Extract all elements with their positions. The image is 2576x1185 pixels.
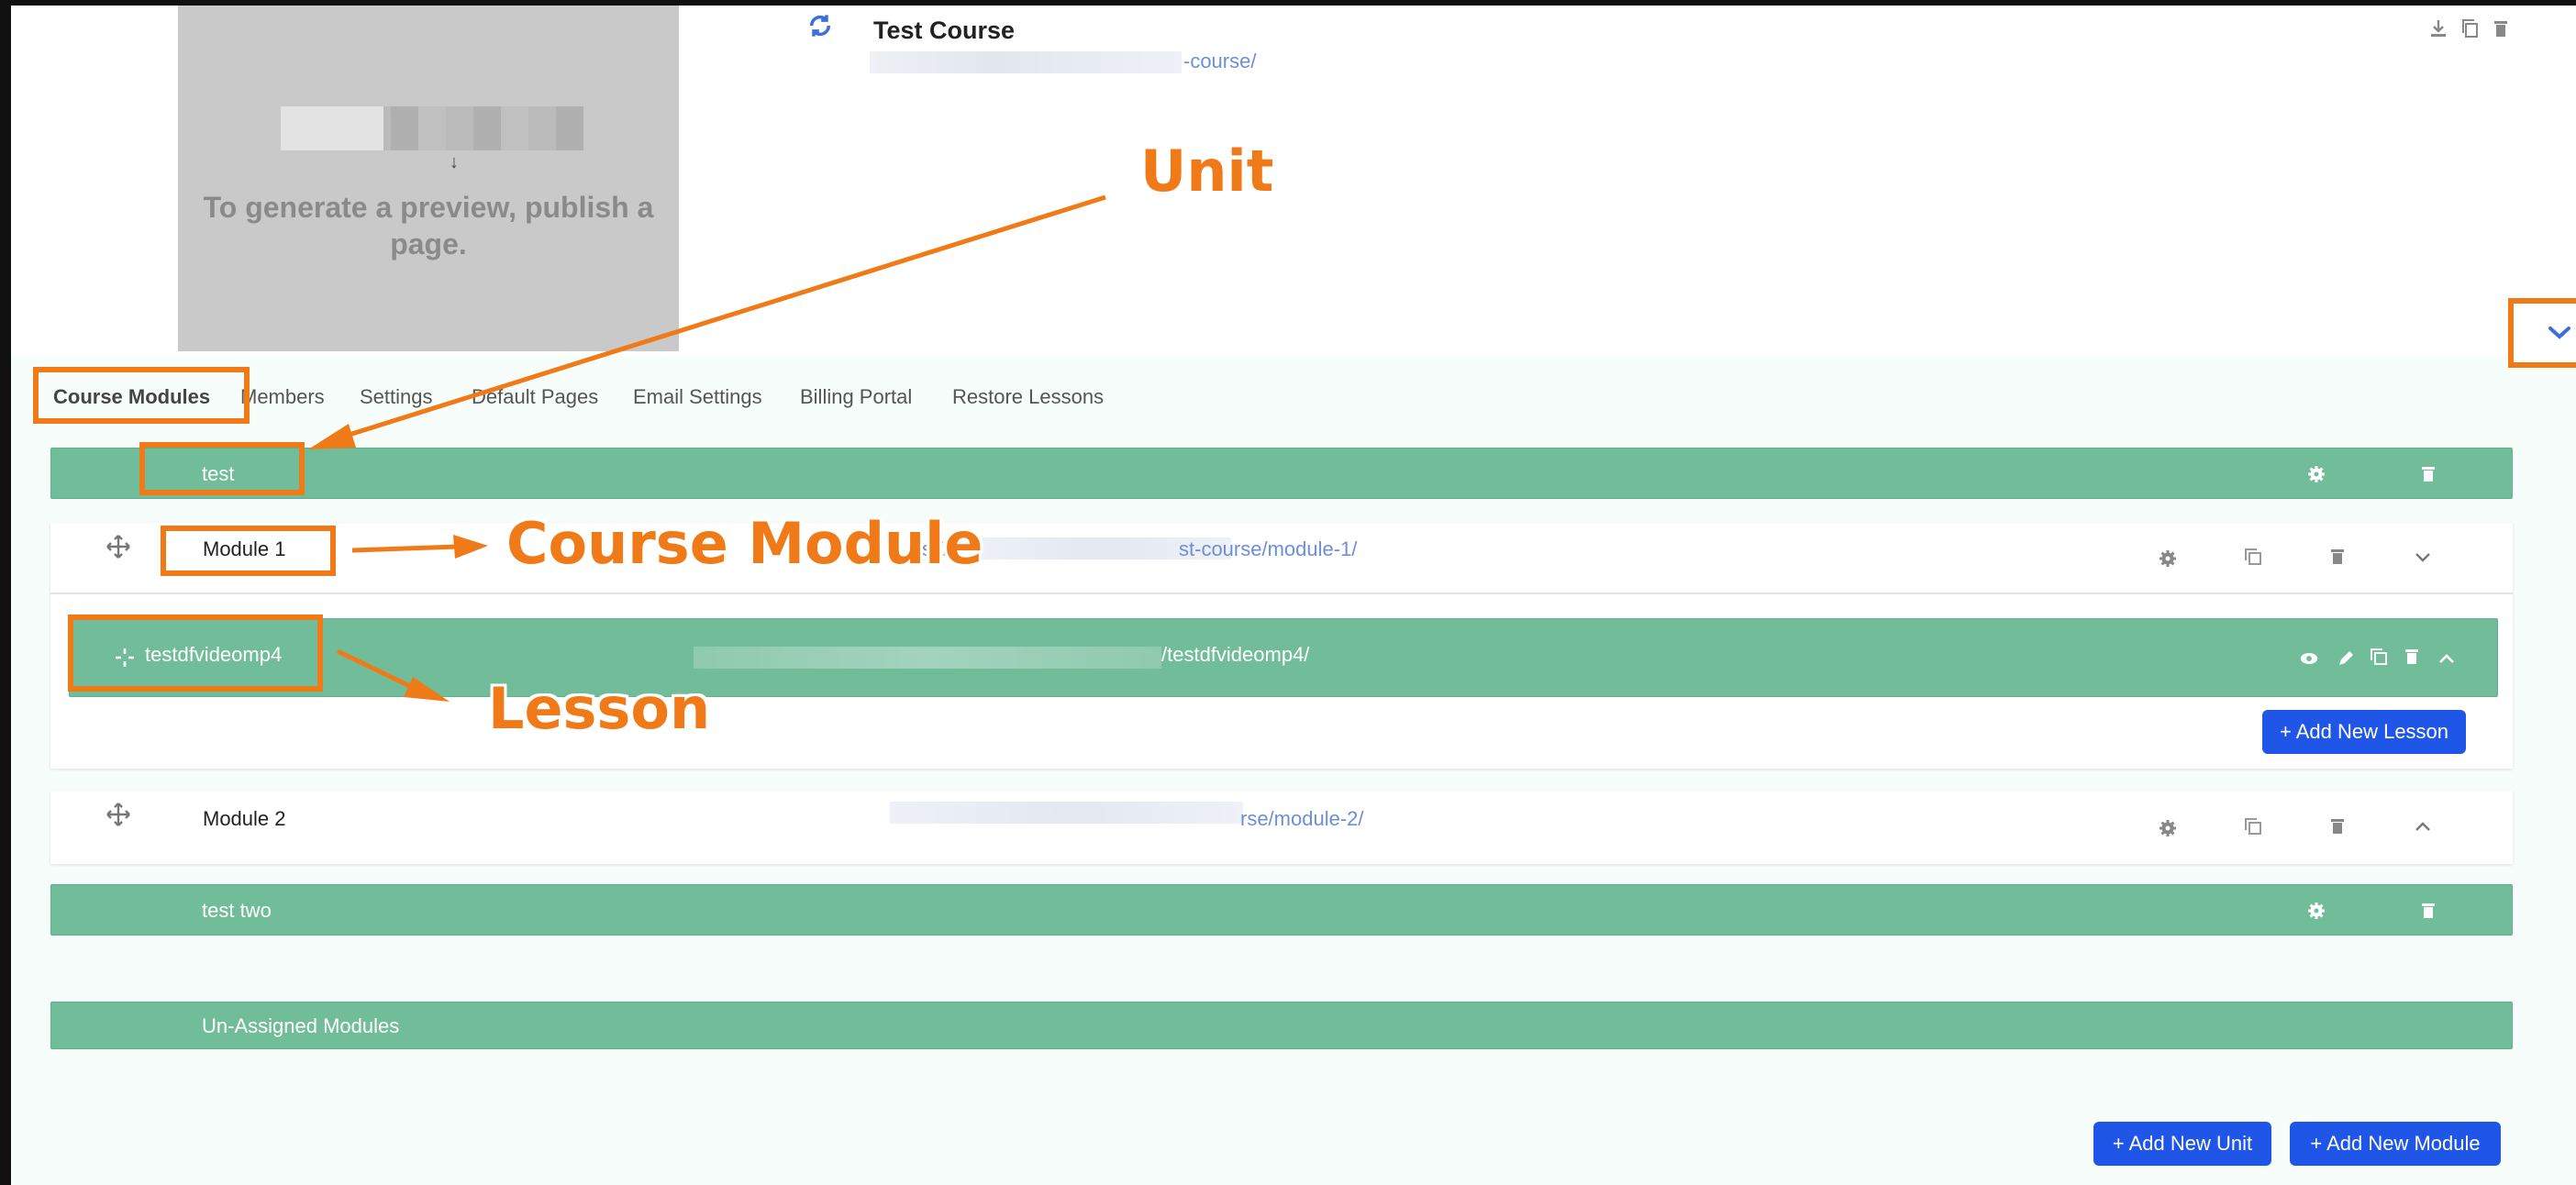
unassigned-modules-title: Un-Assigned Modules xyxy=(202,1014,400,1037)
preview-down-arrow-icon: ↓ xyxy=(450,152,459,172)
unit-row[interactable]: test xyxy=(50,448,2513,499)
trash-icon[interactable] xyxy=(2327,547,2348,567)
copy-icon[interactable] xyxy=(2369,647,2389,667)
tab-members[interactable]: Members xyxy=(240,385,325,409)
edit-icon[interactable] xyxy=(2336,648,2356,669)
course-title: Test Course xyxy=(873,17,1016,44)
unit-title: test two xyxy=(202,899,272,922)
annotation-box-expand xyxy=(2508,298,2576,368)
module-card-2[interactable]: Module 2 rse/module-2/ xyxy=(50,791,2513,864)
annotation-label-lesson: Lesson xyxy=(488,675,711,742)
trash-icon[interactable] xyxy=(2492,18,2510,39)
module-card-1: Module 1 s://t st-course/module-1/ testd… xyxy=(50,523,2513,769)
preview-blurred-image-left xyxy=(281,106,383,150)
tab-default-pages[interactable]: Default Pages xyxy=(472,385,598,409)
chevron-up-icon[interactable] xyxy=(2437,648,2457,669)
gear-icon[interactable] xyxy=(2158,548,2178,569)
drag-handle-icon[interactable] xyxy=(105,534,131,559)
chevron-down-icon[interactable] xyxy=(2413,547,2433,567)
lesson-row[interactable]: testdfvideomp4 /testdfvideomp4/ xyxy=(69,618,2498,697)
trash-icon[interactable] xyxy=(2418,901,2438,921)
unit-row[interactable]: test two xyxy=(50,884,2513,936)
course-url-link[interactable]: -course/ xyxy=(1183,50,1256,73)
module-url-link[interactable]: rse/module-2/ xyxy=(1240,807,1364,831)
tab-restore-lessons[interactable]: Restore Lessons xyxy=(952,385,1104,409)
copy-icon[interactable] xyxy=(2460,18,2479,39)
course-url-blurred xyxy=(870,51,1182,73)
add-new-lesson-button[interactable]: + Add New Lesson xyxy=(2262,710,2466,754)
module-header-1[interactable]: Module 1 s://t st-course/module-1/ xyxy=(50,523,2513,594)
download-icon[interactable] xyxy=(2429,18,2448,39)
lesson-url-link[interactable]: /testdfvideomp4/ xyxy=(1161,643,1309,667)
gear-icon[interactable] xyxy=(2306,901,2326,921)
gear-icon[interactable] xyxy=(2306,464,2326,484)
copy-icon[interactable] xyxy=(2243,816,2263,836)
chevron-up-icon[interactable] xyxy=(2413,816,2433,836)
trash-icon[interactable] xyxy=(2402,647,2422,667)
unassigned-modules-row[interactable]: Un-Assigned Modules xyxy=(50,1002,2513,1049)
preview-message: To generate a preview, publish a page. xyxy=(203,191,654,260)
copy-icon[interactable] xyxy=(2243,547,2263,567)
tab-billing-portal[interactable]: Billing Portal xyxy=(800,385,912,409)
trash-icon[interactable] xyxy=(2418,464,2438,484)
annotation-label-course-module: Course Module xyxy=(506,510,983,577)
module-url-blurred xyxy=(890,802,1243,824)
annotation-box-unit xyxy=(139,442,305,495)
window-frame-left xyxy=(0,0,11,1185)
gear-icon[interactable] xyxy=(2158,818,2178,838)
annotation-label-unit: Unit xyxy=(1140,138,1274,205)
annotation-box-lesson xyxy=(68,615,323,692)
annotation-box-course-module xyxy=(161,526,336,576)
page-preview: ↓ To generate a preview, publish a page. xyxy=(178,6,679,351)
add-new-module-button[interactable]: + Add New Module xyxy=(2290,1122,2501,1166)
header-actions xyxy=(2429,18,2510,39)
add-new-unit-button[interactable]: + Add New Unit xyxy=(2093,1122,2271,1166)
tab-settings[interactable]: Settings xyxy=(360,385,433,409)
refresh-icon[interactable] xyxy=(807,13,833,39)
drag-handle-icon[interactable] xyxy=(105,802,131,827)
annotation-box-course-modules-tab xyxy=(33,367,250,424)
module-url-link[interactable]: st-course/module-1/ xyxy=(1179,537,1357,561)
module-title: Module 2 xyxy=(203,807,286,830)
eye-icon[interactable] xyxy=(2299,648,2319,669)
tab-email-settings[interactable]: Email Settings xyxy=(633,385,762,409)
lesson-url-blurred xyxy=(694,647,1161,669)
trash-icon[interactable] xyxy=(2327,816,2348,836)
